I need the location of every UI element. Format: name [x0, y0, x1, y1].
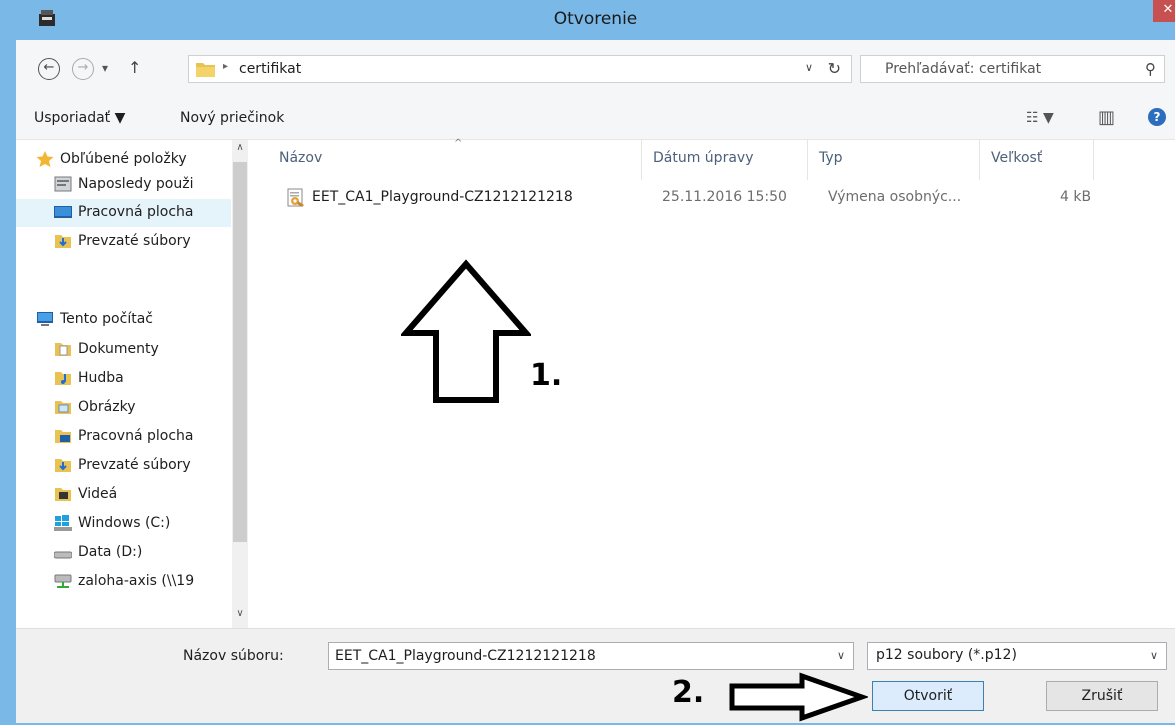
- sidebar-item-label: Prevzaté súbory: [78, 233, 191, 249]
- breadcrumb-certifikat[interactable]: certifikat: [239, 61, 301, 77]
- up-button[interactable]: ↑: [128, 58, 141, 77]
- sidebar-item-label: Obľúbené položky: [60, 151, 187, 167]
- sidebar-item-documents[interactable]: Dokumenty: [16, 336, 231, 364]
- scrollbar-thumb[interactable]: [233, 162, 247, 542]
- annotation-step-1: 1.: [530, 358, 563, 393]
- sidebar-item-label: Videá: [78, 486, 118, 502]
- sidebar-item-label: Tento počítač: [60, 311, 153, 327]
- star-icon: [36, 151, 54, 167]
- filename-value: EET_CA1_Playground-CZ1212121218: [335, 648, 596, 664]
- breadcrumb-separator[interactable]: ▸: [223, 61, 228, 72]
- forward-button[interactable]: →: [72, 58, 94, 80]
- dialog-client: ← → ▾ ↑ ▸ certifikat ∨ ↻ Prehľadávať: ce…: [16, 40, 1175, 723]
- sidebar-item-label: Hudba: [78, 370, 124, 386]
- sidebar-item-desktop-folder[interactable]: Pracovná plocha: [16, 423, 231, 451]
- documents-folder-icon: [55, 343, 71, 356]
- sidebar-item-label: Windows (C:): [78, 515, 171, 531]
- column-header-date[interactable]: Dátum úpravy: [642, 140, 808, 180]
- annotation-step-2: 2.: [672, 675, 705, 710]
- filename-input[interactable]: EET_CA1_Playground-CZ1212121218 ∨: [328, 642, 854, 670]
- sidebar-item-network-drive[interactable]: zaloha-axis (\\19: [16, 568, 231, 596]
- sort-ascending-icon: ^: [454, 138, 463, 149]
- downloads-folder-icon: [55, 459, 71, 472]
- sidebar-item-recent-places[interactable]: Naposledy použi: [16, 171, 231, 199]
- address-dropdown-icon[interactable]: ∨: [805, 61, 813, 74]
- pictures-folder-icon: [55, 401, 71, 414]
- sidebar-item-windows-c[interactable]: Windows (C:): [16, 510, 231, 538]
- view-options-icon[interactable]: ☷ ▼: [1026, 110, 1054, 126]
- filename-label: Názov súboru:: [183, 648, 284, 664]
- help-icon[interactable]: ?: [1148, 108, 1166, 126]
- dialog-footer: Názov súboru: EET_CA1_Playground-CZ12121…: [16, 628, 1175, 723]
- sidebar-item-label: Pracovná plocha: [78, 204, 194, 220]
- cancel-button[interactable]: Zrušiť: [1046, 681, 1158, 711]
- search-placeholder: Prehľadávať: certifikat: [885, 61, 1042, 77]
- sidebar-item-data-d[interactable]: Data (D:): [16, 539, 231, 567]
- address-bar[interactable]: ▸ certifikat ∨ ↻: [188, 55, 852, 83]
- sidebar-item-label: Naposledy použi: [78, 176, 194, 192]
- scroll-up-icon[interactable]: ∧: [232, 142, 248, 160]
- column-header-size[interactable]: Veľkosť: [980, 140, 1094, 180]
- sidebar-item-videos[interactable]: Videá: [16, 481, 231, 509]
- computer-icon: [37, 312, 53, 326]
- sidebar-item-desktop[interactable]: Pracovná plocha: [16, 199, 231, 227]
- navigation-bar: ← → ▾ ↑ ▸ certifikat ∨ ↻ Prehľadávať: ce…: [16, 40, 1175, 98]
- organize-button[interactable]: Usporiadať ▼: [34, 110, 125, 126]
- sidebar-item-label: Data (D:): [78, 544, 143, 560]
- sidebar-item-downloads[interactable]: Prevzaté súbory: [16, 228, 231, 256]
- scroll-down-icon[interactable]: ∨: [232, 608, 248, 626]
- chevron-down-icon[interactable]: ∨: [837, 649, 845, 662]
- preview-pane-icon[interactable]: ▥: [1098, 107, 1115, 128]
- chevron-down-icon[interactable]: ∨: [1150, 649, 1158, 662]
- windows-drive-icon: [54, 515, 72, 531]
- recent-places-icon: [54, 176, 72, 192]
- close-button[interactable]: ✕: [1153, 0, 1175, 22]
- file-open-dialog: Otvorenie ✕ ← → ▾ ↑ ▸ certifikat ∨ ↻ Pre…: [0, 0, 1175, 725]
- file-type-filter[interactable]: p12 soubory (*.p12) ∨: [867, 642, 1167, 670]
- window-title: Otvorenie: [553, 9, 638, 29]
- sidebar-item-music[interactable]: Hudba: [16, 365, 231, 393]
- sidebar-item-label: zaloha-axis (\\19: [78, 573, 195, 589]
- sidebar-scrollbar[interactable]: ∧ ∨: [232, 140, 248, 628]
- open-button[interactable]: Otvoriť: [872, 681, 984, 711]
- search-icon[interactable]: ⚲: [1145, 60, 1156, 78]
- new-folder-button[interactable]: Nový priečinok: [180, 110, 284, 126]
- column-header-name[interactable]: Názov ^: [268, 138, 642, 180]
- sidebar-item-label: Prevzaté súbory: [78, 457, 191, 473]
- drive-icon: [54, 551, 72, 559]
- title-bar[interactable]: Otvorenie ✕: [8, 0, 1175, 40]
- column-header-type[interactable]: Typ: [808, 140, 980, 180]
- sidebar-item-label: Obrázky: [78, 399, 136, 415]
- recent-locations-dropdown[interactable]: ▾: [102, 61, 108, 75]
- certificate-file-icon: [287, 188, 304, 207]
- downloads-folder-icon: [55, 235, 71, 248]
- sidebar-item-pictures[interactable]: Obrázky: [16, 394, 231, 422]
- back-button[interactable]: ←: [38, 58, 60, 80]
- annotation-arrow-up: [401, 259, 531, 403]
- column-header-label: Názov: [279, 150, 323, 166]
- annotation-arrow-right: [729, 672, 868, 722]
- sidebar-item-label: Dokumenty: [78, 341, 159, 357]
- sidebar-item-this-pc[interactable]: Tento počítač: [16, 306, 231, 334]
- sidebar-item-favorites[interactable]: Obľúbené položky: [16, 146, 231, 174]
- file-name: EET_CA1_Playground-CZ1212121218: [312, 189, 573, 205]
- file-type: Výmena osobnýc...: [828, 189, 962, 205]
- refresh-icon[interactable]: ↻: [828, 59, 841, 78]
- sidebar-item-downloads-pc[interactable]: Prevzaté súbory: [16, 452, 231, 480]
- network-drive-icon: [54, 574, 72, 588]
- file-date: 25.11.2016 15:50: [662, 189, 787, 205]
- file-type-filter-value: p12 soubory (*.p12): [876, 647, 1017, 663]
- videos-folder-icon: [55, 488, 71, 501]
- navigation-pane: Obľúbené položky Naposledy použi Pracovn…: [16, 140, 248, 628]
- command-toolbar: Usporiadať ▼ Nový priečinok ☷ ▼ ▥ ?: [16, 98, 1175, 140]
- sidebar-item-label: Pracovná plocha: [78, 428, 194, 444]
- folder-icon: [196, 63, 215, 77]
- desktop-folder-icon: [55, 430, 71, 443]
- music-folder-icon: [55, 372, 71, 385]
- file-size: 4 kB: [1060, 189, 1092, 205]
- file-row[interactable]: EET_CA1_Playground-CZ1212121218 25.11.20…: [276, 184, 1106, 212]
- file-list: Názov ^ Dátum úpravy Typ Veľkosť EET_CA1…: [256, 138, 1175, 628]
- search-input[interactable]: Prehľadávať: certifikat ⚲: [860, 55, 1165, 83]
- desktop-icon: [54, 206, 72, 218]
